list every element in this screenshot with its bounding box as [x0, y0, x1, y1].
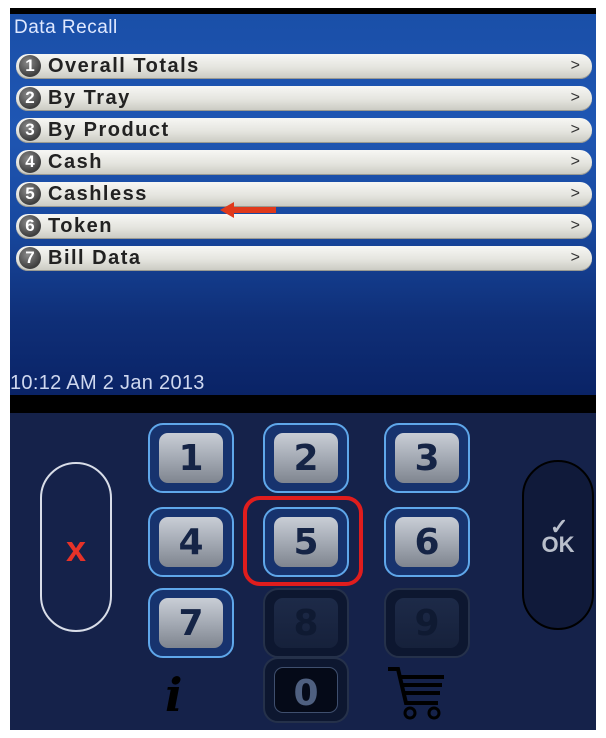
page-title: Data Recall: [14, 17, 118, 38]
key-label: 3: [395, 433, 459, 483]
menu-item-label: Token: [48, 215, 113, 237]
info-icon[interactable]: i: [165, 668, 182, 722]
cancel-button[interactable]: x: [40, 462, 112, 632]
data-recall-screen: Data Recall 1 Overall Totals > 2 By Tray…: [10, 14, 596, 395]
key-label: 6: [395, 517, 459, 567]
cancel-x-icon: x: [65, 528, 87, 569]
key-5-highlight-outline: [243, 496, 363, 586]
key-label: 1: [159, 433, 223, 483]
menu-number-badge: 1: [19, 55, 41, 77]
menu-item-by-product[interactable]: 3 By Product >: [16, 118, 592, 143]
key-label: 9: [395, 598, 459, 648]
chevron-right-icon: >: [570, 89, 580, 106]
menu-item-label: Cashless: [48, 183, 148, 205]
annotation-arrow-icon: [220, 202, 276, 218]
menu-item-overall-totals[interactable]: 1 Overall Totals >: [16, 54, 592, 79]
key-3[interactable]: 3: [384, 423, 470, 493]
menu-item-token[interactable]: 6 Token >: [16, 214, 592, 239]
menu-item-cashless[interactable]: 5 Cashless >: [16, 182, 592, 207]
chevron-right-icon: >: [570, 153, 580, 170]
menu-number-badge: 5: [19, 183, 41, 205]
menu-item-label: Bill Data: [48, 247, 142, 269]
key-label: 8: [274, 598, 338, 648]
chevron-right-icon: >: [570, 249, 580, 266]
chevron-right-icon: >: [570, 57, 580, 74]
chevron-right-icon: >: [570, 185, 580, 202]
key-8-disabled: 8: [263, 588, 349, 658]
menu-number-badge: 6: [19, 215, 41, 237]
ok-label: OK: [541, 532, 575, 557]
menu-item-bill-data[interactable]: 7 Bill Data >: [16, 246, 592, 271]
menu-item-label: Overall Totals: [48, 55, 200, 77]
key-label: 0: [274, 667, 338, 714]
key-6[interactable]: 6: [384, 507, 470, 577]
menu-number-badge: 3: [19, 119, 41, 141]
menu-item-cash[interactable]: 4 Cash >: [16, 150, 592, 175]
chevron-right-icon: >: [570, 217, 580, 234]
key-label: 4: [159, 517, 223, 567]
shopping-cart-icon[interactable]: [386, 665, 450, 723]
key-label: 2: [274, 433, 338, 483]
menu-item-label: Cash: [48, 151, 103, 173]
key-0[interactable]: 0: [263, 657, 349, 723]
menu-number-badge: 2: [19, 87, 41, 109]
menu-number-badge: 7: [19, 247, 41, 269]
menu-item-label: By Tray: [48, 87, 131, 109]
key-2[interactable]: 2: [263, 423, 349, 493]
key-9-disabled: 9: [384, 588, 470, 658]
key-7[interactable]: 7: [148, 588, 234, 658]
chevron-right-icon: >: [570, 121, 580, 138]
key-1[interactable]: 1: [148, 423, 234, 493]
key-label: 7: [159, 598, 223, 648]
key-4[interactable]: 4: [148, 507, 234, 577]
menu-item-by-tray[interactable]: 2 By Tray >: [16, 86, 592, 111]
datetime-display: 10:12 AM 2 Jan 2013: [10, 372, 205, 394]
menu-number-badge: 4: [19, 151, 41, 173]
ok-button[interactable]: ✓ OK: [522, 460, 594, 630]
menu-item-label: By Product: [48, 119, 170, 141]
